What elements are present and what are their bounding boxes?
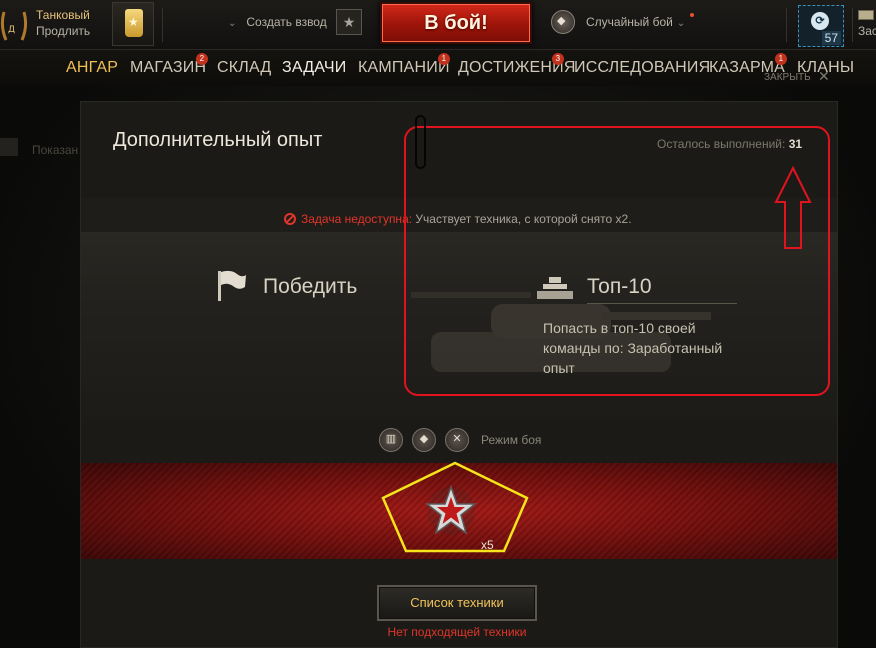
xp-icon: ⟳ <box>811 12 829 30</box>
notification-badge: 2 <box>196 53 208 65</box>
platoon-star-icon[interactable]: ★ <box>336 9 362 35</box>
account-status[interactable]: Танковый Продлить <box>36 7 90 39</box>
battle-mode-label: Случайный бой <box>586 15 673 29</box>
battle-mode-selector[interactable]: Случайный бой ⌄ <box>586 15 685 29</box>
annotation-arrow-icon <box>774 166 812 249</box>
nav-campaigns[interactable]: КАМПАНИИ 1 <box>358 53 450 77</box>
nav-missions[interactable]: ЗАДАЧИ <box>282 59 347 77</box>
nav-research[interactable]: ИССЛЕДОВАНИЯ <box>574 59 710 77</box>
notification-badge: 1 <box>775 53 787 65</box>
nav-hangar[interactable]: АНГАР <box>66 59 118 77</box>
exchange-label: Зас <box>858 24 876 38</box>
svg-text:Д: Д <box>8 25 15 35</box>
dialog-title: Дополнительный опыт <box>113 129 323 151</box>
nav-label: АНГАР <box>66 59 119 76</box>
random-battle-icon <box>551 10 575 34</box>
close-icon[interactable]: ✕ <box>818 68 830 85</box>
random-mode-icon: ◆ <box>412 428 436 452</box>
nav-shop[interactable]: МАГАЗИН 2 <box>130 53 208 77</box>
divider <box>162 8 163 42</box>
no-vehicles-message: Нет подходящей техники <box>387 625 527 639</box>
background-panel-icon <box>0 138 18 156</box>
flag-icon <box>218 270 246 301</box>
warning-title: Задача недоступна: <box>301 212 413 226</box>
battle-mode-label: Режим боя <box>481 433 542 447</box>
prohibited-icon <box>284 213 296 225</box>
battle-button[interactable]: В бой! <box>380 2 532 44</box>
main-navigation: АНГАР МАГАЗИН 2 СКЛАД ЗАДАЧИ КАМПАНИИ 1 ДО… <box>0 50 876 86</box>
create-platoon-label: Создать взвод <box>246 15 327 29</box>
nav-label: ИССЛЕДОВАНИЯ <box>574 59 711 76</box>
divider <box>852 8 853 42</box>
nav-label: МАГАЗИН <box>130 59 207 76</box>
xp-count: 57 <box>821 31 841 45</box>
nav-label: ЗАДАЧИ <box>282 59 347 76</box>
create-platoon-button[interactable]: ⌄ Создать взвод <box>228 15 327 29</box>
notification-badge: 3 <box>552 53 564 65</box>
divider <box>786 8 787 42</box>
notification-badge: 1 <box>438 53 450 65</box>
shopping-bag-icon <box>125 9 143 37</box>
annotation-pentagon <box>381 461 529 553</box>
nav-label: КАМПАНИИ <box>358 59 450 76</box>
exchange-button[interactable]: Зас <box>858 8 876 42</box>
platoon-mode-icon: ▥ <box>379 428 403 452</box>
nav-depot[interactable]: СКЛАД <box>217 59 271 77</box>
annotation-mark <box>415 115 426 169</box>
free-xp-button[interactable]: ⟳ 57 <box>798 5 844 47</box>
annotation-highlight-box <box>404 126 830 396</box>
vehicle-list-button[interactable]: Список техники <box>377 585 537 621</box>
nav-achievements[interactable]: ДОСТИЖЕНИЯ 3 <box>458 53 576 77</box>
cash-icon <box>858 10 874 20</box>
extend-link[interactable]: Продлить <box>36 23 90 39</box>
nav-label: СКЛАД <box>217 59 272 76</box>
chevron-down-icon: ⌄ <box>228 18 237 29</box>
close-button[interactable]: ЗАКРЫТЬ <box>764 72 811 83</box>
top-bar: Д Танковый Продлить ⌄ Создать взвод ★ В б… <box>0 0 876 50</box>
premium-shop-button[interactable] <box>112 2 154 46</box>
laurel-emblem-icon: Д <box>0 11 28 41</box>
condition-win-label: Победить <box>263 275 358 298</box>
notification-dot <box>690 13 694 17</box>
background-text: Показан <box>32 143 79 157</box>
chevron-down-icon: ⌄ <box>676 18 686 29</box>
assault-mode-icon: ✕ <box>445 428 469 452</box>
account-type: Танковый <box>36 8 90 22</box>
